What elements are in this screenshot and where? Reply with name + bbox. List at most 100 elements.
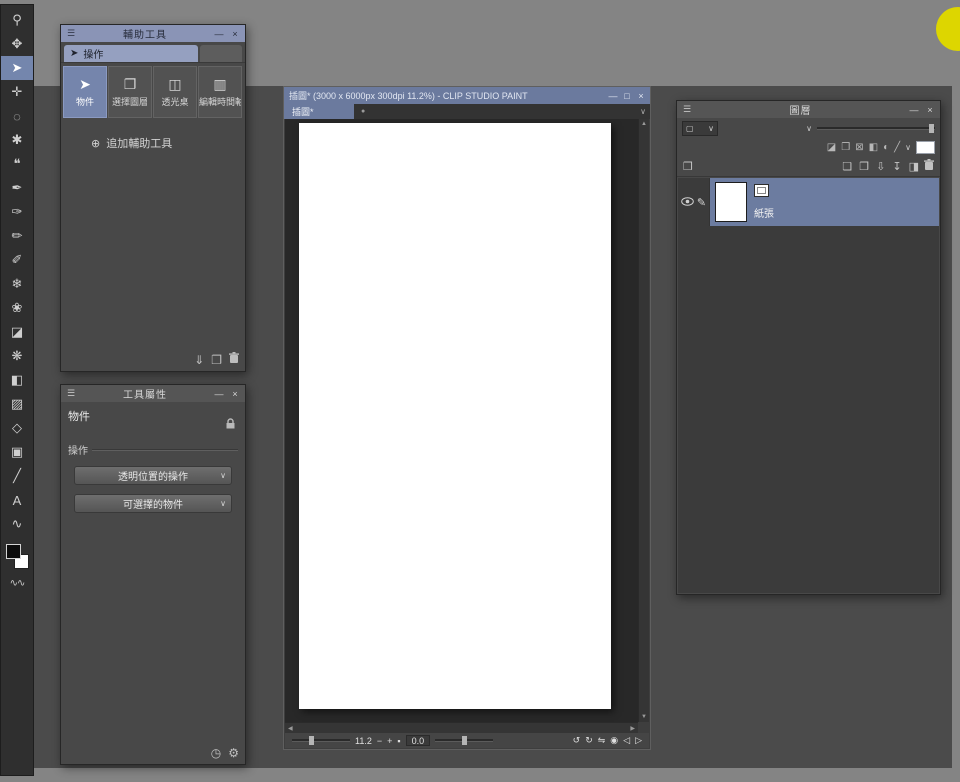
opacity-combo-chevron-icon[interactable]: ∨ [806,124,812,133]
pen-tool-button[interactable]: ✒ [1,176,33,200]
minimize-button[interactable]: — [212,29,226,39]
layer-color-swatch[interactable] [916,141,935,154]
rotation-slider[interactable] [435,736,494,745]
subtool-select-layer-button[interactable]: ❐ 選擇圖層 [108,66,152,118]
transfer-to-lower-icon[interactable]: ⇩ [876,160,885,173]
close-button[interactable]: × [634,91,648,101]
canvas-page[interactable] [299,123,611,709]
airbrush-tool-button[interactable]: ❄ [1,272,33,296]
decoration-tool-button[interactable]: ❀ [1,296,33,320]
delete-subtool-icon[interactable] [229,352,239,367]
lock-transparent-pixels-icon[interactable]: ◧ [869,142,878,153]
reset-view-icon[interactable]: ◉ [610,735,618,746]
tab-illustration[interactable]: 插圖* [284,104,354,119]
gradient-tool-button[interactable]: ▨ [1,392,33,416]
brush-tool-button[interactable]: ✐ [1,248,33,272]
panel-menu-icon[interactable]: ☰ [64,388,78,399]
figure-tool-button[interactable]: ◇ [1,416,33,440]
minimize-button[interactable]: — [212,389,226,399]
frame-border-tool-button[interactable]: ▣ [1,440,33,464]
opacity-slider-handle[interactable] [929,124,934,133]
add-subtool-button[interactable]: ⊕ 追加輔助工具 [91,135,245,151]
subtool-light-table-button[interactable]: ◫ 透光桌 [153,66,197,118]
line-correct-tool-button[interactable]: ∿ [1,512,33,536]
minimize-button[interactable]: — [606,91,620,101]
zoom-tool-button[interactable]: ⚲ [1,8,33,32]
zoom-in-button[interactable]: + [387,736,392,746]
vertical-scrollbar[interactable]: ▲ ▼ [638,119,649,722]
enable-mask-icon[interactable]: ◐ [883,142,889,153]
merge-with-lower-icon[interactable]: ↧ [892,160,901,173]
close-button[interactable]: × [923,105,937,115]
stopwatch-icon[interactable]: ◷ [211,746,221,760]
close-button[interactable]: × [228,389,242,399]
operation-tool-button[interactable]: ➤ [1,56,33,80]
move-layer-tool-button[interactable]: ✛ [1,80,33,104]
selection-tool-button[interactable]: ◌ [1,104,33,128]
wrench-icon[interactable]: ⚙ [228,746,239,760]
blend-mode-combo[interactable]: ▢ ∨ [682,121,718,136]
layer-search-icon[interactable]: ❒ [683,160,693,173]
new-raster-layer-icon[interactable]: ❏ [842,160,852,173]
create-layer-mask-icon[interactable]: ◨ [909,160,919,173]
register-subtool-icon[interactable]: ⇓ [194,353,204,367]
overlay-badge[interactable] [936,7,960,51]
selectable-object-select[interactable]: 可選擇的物件 ∨ [74,494,232,513]
text-tool-button[interactable]: A [1,488,33,512]
panel-menu-icon[interactable]: ☰ [64,28,78,39]
scroll-up-icon[interactable]: ▲ [641,121,647,127]
close-button[interactable]: × [228,29,242,39]
maximize-button[interactable]: □ [620,91,634,101]
layer-color-chevron-icon[interactable]: ∨ [905,143,911,152]
layer-visibility-eye-icon[interactable] [681,193,694,211]
transparent-area-operation-select[interactable]: 透明位置的操作 ∨ [74,466,232,485]
zoom-slider-handle[interactable] [309,736,314,745]
prev-page-icon[interactable]: ◁ [623,735,630,746]
set-ruler-icon[interactable]: ╱ [894,142,900,153]
layer-thumbnail[interactable] [715,182,747,222]
switch-main-color-icon[interactable]: ∿∿ [1,578,33,589]
scroll-right-icon[interactable]: ▶ [630,725,635,732]
minimize-button[interactable]: — [907,105,921,115]
document-titlebar[interactable]: 插圖* (3000 x 6000px 300dpi 11.2%) - CLIP … [284,87,650,104]
tab-overflow-chevron-icon[interactable]: ∨ [640,107,646,116]
layer-name[interactable]: 紙張 [754,205,774,220]
rotate-left-icon[interactable]: ↺ [573,735,581,746]
delete-layer-icon[interactable] [924,158,934,174]
panel-menu-icon[interactable]: ☰ [680,104,694,115]
rotate-right-icon[interactable]: ↻ [585,735,593,746]
layer-row-paper[interactable]: ✎ 紙張 [678,178,939,226]
eraser-tool-button[interactable]: ◪ [1,320,33,344]
horizontal-scrollbar[interactable]: ◀ ▶ [285,722,638,733]
blend-tool-button[interactable]: ❋ [1,344,33,368]
duplicate-subtool-icon[interactable]: ❐ [211,353,222,367]
fit-to-screen-button[interactable]: ▪ [397,736,400,746]
opacity-slider[interactable] [817,124,935,133]
new-layer-folder-icon[interactable]: ❐ [859,160,869,173]
hand-tool-button[interactable]: ✥ [1,32,33,56]
lock-icon[interactable] [225,416,236,434]
layer-panel-titlebar[interactable]: ☰ 圖層 — × [677,101,940,118]
foreground-color-swatch[interactable] [6,544,21,559]
layer-row-main[interactable]: 紙張 [710,178,939,226]
lock-layer-icon[interactable]: ⊠ [855,142,863,153]
next-page-icon[interactable]: ▷ [635,735,642,746]
rotation-slider-handle[interactable] [462,736,468,745]
ruler-tool-button[interactable]: ╱ [1,464,33,488]
zoom-out-button[interactable]: − [377,736,382,746]
balloon-tool-button[interactable]: ❝ [1,152,33,176]
auto-select-tool-button[interactable]: ✱ [1,128,33,152]
pencil-tool-button[interactable]: ✏ [1,224,33,248]
reference-layer-icon[interactable]: ❒ [841,142,850,153]
tool-property-titlebar[interactable]: ☰ 工具屬性 — × [61,385,245,402]
subtool-edit-timeline-button[interactable]: ▥ 編輯時間軸 [198,66,242,118]
fill-tool-button[interactable]: ◧ [1,368,33,392]
subtool-object-button[interactable]: ➤ 物件 [63,66,107,118]
tool-category-tab-operation[interactable]: ➤ 操作 [64,45,198,62]
marker-tool-button[interactable]: ✑ [1,200,33,224]
zoom-slider[interactable] [292,736,350,745]
clip-to-layer-below-icon[interactable]: ◪ [827,142,836,153]
subtool-panel-titlebar[interactable]: ☰ 輔助工具 — × [61,25,245,42]
scroll-left-icon[interactable]: ◀ [288,725,293,732]
flip-horizontal-icon[interactable]: ⇋ [598,735,606,746]
